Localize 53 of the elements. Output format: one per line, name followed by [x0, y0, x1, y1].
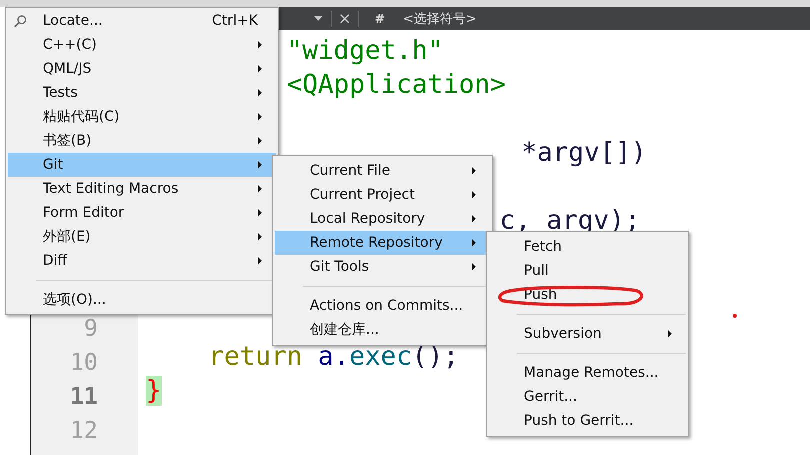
menu-item[interactable]: Locate... Ctrl+K: [8, 9, 276, 33]
submenu-arrow-icon: [668, 330, 672, 338]
menu-item[interactable]: 书签(B): [8, 129, 276, 153]
hash-label: #: [375, 12, 386, 26]
shortcut-label: Ctrl+K: [212, 12, 258, 31]
submenu-arrow-icon: [258, 41, 262, 49]
line-number: 10: [70, 349, 98, 378]
menu-item[interactable]: Manage Remotes...: [489, 361, 686, 385]
line-number: 9: [84, 315, 98, 344]
menu-item[interactable]: Actions on Commits...: [275, 294, 490, 318]
submenu-arrow-icon: [258, 185, 262, 193]
close-icon[interactable]: [340, 14, 350, 24]
menu-item[interactable]: 创建仓库...: [275, 318, 490, 342]
menu-item[interactable]: Tests: [8, 81, 276, 105]
submenu-arrow-icon: [258, 113, 262, 121]
submenu-arrow-icon: [258, 209, 262, 217]
code-text: "widget.h": [286, 36, 444, 66]
menu-item[interactable]: Push to Gerrit...: [489, 409, 686, 433]
menu-item[interactable]: Git: [8, 153, 276, 177]
menu-item[interactable]: Local Repository: [275, 207, 490, 231]
caret-icon[interactable]: [314, 16, 323, 21]
submenu-arrow-icon: [258, 233, 262, 241]
menu-item[interactable]: Subversion: [489, 322, 686, 346]
code-text: <QApplication>: [286, 70, 506, 100]
menu-item[interactable]: Diff: [8, 249, 276, 273]
menu-item[interactable]: 外部(E): [8, 225, 276, 249]
menu-item[interactable]: Fetch: [489, 235, 686, 259]
menu-item[interactable]: Current File: [275, 159, 490, 183]
menu-item[interactable]: 粘贴代码(C): [8, 105, 276, 129]
menu-item[interactable]: Pull: [489, 259, 686, 283]
menu-item[interactable]: Current Project: [275, 183, 490, 207]
submenu-arrow-icon: [258, 137, 262, 145]
menu-item[interactable]: Text Editing Macros: [8, 177, 276, 201]
submenu-arrow-icon: [472, 191, 476, 199]
submenu-arrow-icon: [472, 239, 476, 247]
line-number: 12: [70, 417, 98, 446]
submenu-arrow-icon: [472, 263, 476, 271]
submenu-arrow-icon: [258, 161, 262, 169]
menu-item[interactable]: Git Tools: [275, 255, 490, 279]
menu-item[interactable]: QML/JS: [8, 57, 276, 81]
line-number: 11: [70, 383, 98, 412]
submenu-arrow-icon: [258, 89, 262, 97]
submenu-arrow-icon: [258, 65, 262, 73]
submenu-arrow-icon: [258, 257, 262, 265]
menu-item[interactable]: Form Editor: [8, 201, 276, 225]
submenu-arrow-icon: [472, 167, 476, 175]
menu-item[interactable]: 选项(O)...: [8, 288, 276, 312]
submenu-arrow-icon: [472, 215, 476, 223]
dot-mark: [733, 314, 737, 318]
menu-item[interactable]: C++(C): [8, 33, 276, 57]
symbol-selector[interactable]: <选择符号>: [403, 10, 477, 28]
menu-item[interactable]: Gerrit...: [489, 385, 686, 409]
matched-brace: }: [146, 376, 162, 406]
